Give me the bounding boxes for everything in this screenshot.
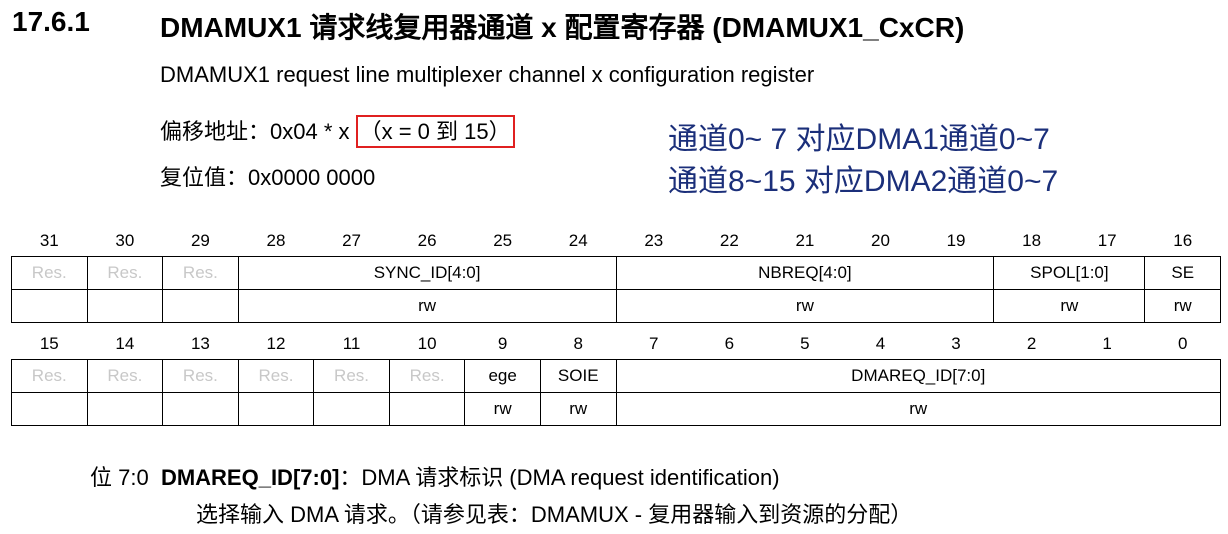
access-spol: rw <box>993 289 1146 323</box>
bit-number-row: 31 30 29 28 27 26 25 24 23 22 21 20 19 1… <box>12 226 1221 257</box>
bit-number: 26 <box>417 231 437 250</box>
reserved-bit-cell: Res. <box>11 359 88 393</box>
bit-number: 30 <box>115 231 135 250</box>
access-se: rw <box>1144 289 1221 323</box>
access-ege: rw <box>464 392 541 426</box>
offset-range-highlight: （x = 0 到 15） <box>355 115 515 148</box>
bit-number: 22 <box>719 231 739 250</box>
bit-number: 31 <box>39 231 59 250</box>
bit-number: 15 <box>39 334 59 353</box>
annotation-line-2: 通道8~15 对应DMA2通道0~7 <box>668 165 1059 198</box>
field-name-row: Res. Res. Res. SYNC_ID[4:0] NBREQ[4:0] S… <box>11 256 1221 290</box>
field-nbreq: NBREQ[4:0] <box>615 256 995 290</box>
reserved-bit-cell: Res. <box>388 359 466 393</box>
access-cell-reserved <box>11 289 88 323</box>
bit-number: 23 <box>644 231 664 250</box>
access-cell-reserved <box>388 392 466 426</box>
access-nbreq: rw <box>615 289 995 323</box>
bit-number: 16 <box>1173 231 1193 250</box>
access-cell-reserved <box>86 289 164 323</box>
bit-number: 2 <box>1026 334 1037 353</box>
access-cell-reserved <box>313 392 390 426</box>
access-dmareq-id: rw <box>615 392 1221 426</box>
bit-number: 9 <box>497 334 508 353</box>
section-title: DMAMUX1 请求线复用器通道 x 配置寄存器 (DMAMUX1_CxCR) <box>160 12 965 43</box>
bit-number: 3 <box>951 334 961 353</box>
field-ege: ege <box>464 359 541 393</box>
field-sync-id: SYNC_ID[4:0] <box>237 256 617 290</box>
field-spol: SPOL[1:0] <box>993 256 1146 290</box>
bit-description: 位 7:0 DMAREQ_ID[7:0]：DMA 请求标识 (DMA reque… <box>90 460 780 492</box>
bit-number: 12 <box>266 334 286 353</box>
bit-number: 7 <box>649 334 659 353</box>
reserved-bit-cell: Res. <box>237 359 315 393</box>
bit-number: 4 <box>875 334 886 353</box>
bit-number: 8 <box>573 334 583 353</box>
section-subtitle: DMAMUX1 request line multiplexer channel… <box>160 62 815 87</box>
section-number: 17.6.1 <box>12 6 90 37</box>
bit-number: 1 <box>1102 334 1112 353</box>
offset-address: 偏移地址：0x04 * x （x = 0 到 15） <box>160 114 515 148</box>
bit-number: 14 <box>115 334 135 353</box>
reserved-bit-cell: Res. <box>86 359 164 393</box>
field-name-row: Res. Res. Res. Res. Res. Res. ege SOIE D… <box>11 359 1221 393</box>
field-se: SE <box>1144 256 1221 290</box>
register-table-low: 15 14 13 12 11 10 9 8 7 6 5 4 3 2 1 0 Re… <box>11 329 1221 426</box>
bit-number: 27 <box>342 231 361 250</box>
reserved-bit-cell: Res. <box>11 256 88 290</box>
reserved-bit-cell: Res. <box>162 256 239 290</box>
field-soie: SOIE <box>539 359 617 393</box>
offset-address-label: 偏移地址：0x04 * x <box>160 119 356 144</box>
field-name: DMAREQ_ID[7:0] <box>160 465 340 490</box>
register-table-high: 31 30 29 28 27 26 25 24 23 22 21 20 19 1… <box>11 226 1221 323</box>
reserved-bit-cell: Res. <box>313 359 390 393</box>
bit-number-row: 15 14 13 12 11 10 9 8 7 6 5 4 3 2 1 0 <box>12 329 1221 360</box>
field-description: ：DMA 请求标识 (DMA request identification) <box>339 465 780 490</box>
annotation-line-1: 通道0~ 7 对应DMA1通道0~7 <box>668 123 1050 156</box>
bit-number: 11 <box>342 334 361 353</box>
bit-number: 19 <box>946 231 966 250</box>
field-dmareq-id: DMAREQ_ID[7:0] <box>615 359 1221 393</box>
access-cell-reserved <box>237 392 315 426</box>
bit-number: 0 <box>1177 334 1188 353</box>
bit-number: 10 <box>417 334 437 353</box>
bit-number: 20 <box>871 231 890 250</box>
reset-value: 复位值：0x0000 0000 <box>160 165 376 190</box>
access-row: rw rw rw rw <box>11 289 1221 323</box>
bit-number: 13 <box>190 334 210 353</box>
bit-number: 17 <box>1097 231 1117 250</box>
bit-number: 28 <box>266 231 286 250</box>
bit-number: 5 <box>800 334 810 353</box>
bit-number: 21 <box>795 231 815 250</box>
access-cell-reserved <box>11 392 88 426</box>
bit-number: 6 <box>724 334 735 353</box>
access-cell-reserved <box>162 392 239 426</box>
access-cell-reserved <box>86 392 164 426</box>
access-soie: rw <box>539 392 617 426</box>
bit-number: 29 <box>190 231 210 250</box>
reserved-bit-cell: Res. <box>162 359 239 393</box>
reserved-bit-cell: Res. <box>86 256 164 290</box>
bit-range: 位 7:0 <box>90 465 149 490</box>
bit-number: 25 <box>493 231 513 250</box>
bit-number: 24 <box>568 231 588 250</box>
access-row: rw rw rw <box>11 392 1221 426</box>
access-sync-id: rw <box>237 289 617 323</box>
access-cell-reserved <box>162 289 239 323</box>
field-detail: 选择输入 DMA 请求。（请参见表：DMAMUX - 复用器输入到资源的分配） <box>196 502 913 527</box>
bit-number: 18 <box>1022 231 1042 250</box>
